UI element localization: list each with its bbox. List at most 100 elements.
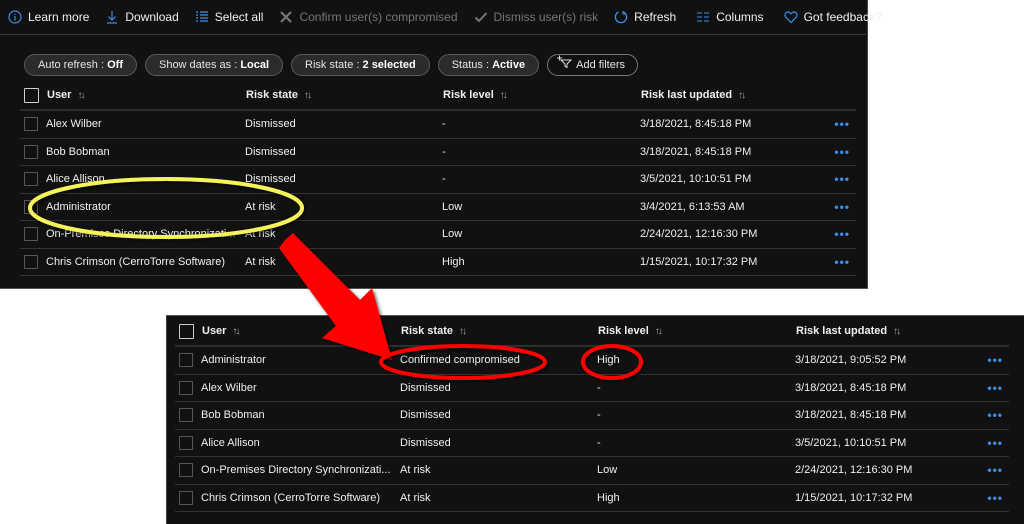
row-checkbox[interactable] (179, 408, 193, 423)
cell-risk-level: - (442, 118, 446, 131)
sort-icon: ↑↓ (654, 326, 663, 337)
check-icon (474, 10, 488, 24)
more-options-button[interactable]: ••• (987, 436, 1003, 450)
cell-risk-state: At risk (245, 255, 276, 268)
row-checkbox[interactable] (24, 199, 38, 214)
learn-more-button[interactable]: Learn more (0, 10, 97, 24)
select-all-button[interactable]: Select all (187, 10, 272, 24)
risk-state-filter[interactable]: Risk state : 2 selected (291, 54, 430, 76)
more-options-button[interactable]: ••• (834, 145, 850, 159)
table-row[interactable]: On-Premises Directory Synchronizati... At… (175, 457, 1009, 485)
select-all-checkbox[interactable] (179, 323, 194, 339)
download-label: Download (125, 10, 179, 24)
column-header-risk-state[interactable]: Risk state ↑↓ (246, 89, 443, 101)
cell-user[interactable]: Alex Wilber (46, 118, 245, 130)
show-dates-filter[interactable]: Show dates as : Local (144, 54, 284, 76)
columns-button[interactable]: Columns (688, 10, 771, 24)
column-header-user[interactable]: User ↑↓ (202, 325, 401, 337)
cell-risk-last-updated: 3/5/2021, 10:10:51 PM (795, 436, 907, 449)
row-checkbox[interactable] (179, 435, 193, 450)
add-filters-button[interactable]: Add filters (547, 54, 639, 76)
cell-user[interactable]: Administrator (46, 201, 245, 213)
columns-icon (696, 10, 710, 24)
cell-user[interactable]: On-Premises Directory Synchronizati... (46, 228, 245, 240)
cell-risk-level: - (597, 381, 601, 394)
cell-user[interactable]: Alice Allison (46, 173, 245, 185)
confirm-compromised-button[interactable]: Confirm user(s) compromised (271, 10, 465, 24)
sort-icon: ↑↓ (499, 90, 508, 101)
sort-icon: ↑↓ (77, 90, 85, 101)
select-all-icon (195, 10, 209, 24)
more-options-button[interactable]: ••• (834, 227, 850, 241)
more-options-button[interactable]: ••• (834, 172, 850, 186)
feedback-button[interactable]: Got feedback? (776, 10, 890, 24)
dismiss-risk-button[interactable]: Dismiss user(s) risk (466, 10, 607, 24)
table-row[interactable]: Chris Crimson (CerroTorre Software) At ri… (20, 249, 856, 276)
column-label: Risk state (246, 89, 298, 101)
row-checkbox[interactable] (24, 172, 38, 187)
column-label: Risk level (598, 325, 649, 337)
column-header-risk-level[interactable]: Risk level ↑↓ (598, 325, 796, 337)
download-button[interactable]: Download (97, 10, 186, 24)
column-header-risk-state[interactable]: Risk state ↑↓ (401, 325, 598, 337)
more-options-button[interactable]: ••• (834, 255, 850, 269)
sort-icon: ↑↓ (738, 90, 746, 101)
cell-user[interactable]: Chris Crimson (CerroTorre Software) (46, 256, 245, 268)
cell-user[interactable]: Alice Allison (201, 437, 400, 449)
column-header-user[interactable]: User ↑↓ (47, 89, 246, 101)
refresh-button[interactable]: Refresh (606, 10, 684, 24)
more-options-button[interactable]: ••• (987, 463, 1003, 477)
row-checkbox[interactable] (179, 490, 193, 505)
cell-user[interactable]: Chris Crimson (CerroTorre Software) (201, 492, 400, 504)
auto-refresh-filter[interactable]: Auto refresh : Off (24, 54, 137, 76)
risky-users-after-panel: User ↑↓ Risk state ↑↓ Risk level ↑↓ Risk last … (166, 315, 1024, 524)
cell-risk-level: Low (442, 200, 463, 213)
cell-risk-last-updated: 3/18/2021, 9:05:52 PM (795, 354, 907, 367)
row-checkbox[interactable] (24, 117, 38, 132)
row-checkbox[interactable] (24, 254, 38, 269)
select-all-checkbox[interactable] (24, 87, 39, 103)
table-row[interactable]: Alex Wilber Dismissed - 3/18/2021, 8:45:18 … (20, 111, 856, 139)
learn-more-label: Learn more (28, 10, 90, 24)
column-header-risk-level[interactable]: Risk level ↑↓ (443, 89, 641, 101)
cell-risk-last-updated: 3/5/2021, 10:10:51 PM (640, 173, 752, 186)
more-options-button[interactable]: ••• (987, 408, 1003, 422)
cell-risk-last-updated: 2/24/2021, 12:16:30 PM (640, 228, 758, 241)
table-row[interactable]: Alice Allison Dismissed - 3/5/2021, 10:10:5… (175, 430, 1009, 457)
row-checkbox[interactable] (179, 380, 193, 395)
table-row[interactable]: On-Premises Directory Synchronizati... At… (20, 221, 856, 249)
cell-risk-state: At risk (400, 464, 431, 477)
column-header-risk-last-updated[interactable]: Risk last updated ↑↓ (796, 325, 986, 337)
filter-key: Auto refresh : (38, 59, 108, 71)
more-options-button[interactable]: ••• (834, 117, 850, 131)
cell-user[interactable]: Administrator (201, 354, 400, 366)
row-checkbox[interactable] (179, 353, 193, 368)
table-row[interactable]: Administrator At risk Low 3/4/2021, 6:13:53… (20, 194, 856, 221)
cell-risk-last-updated: 2/24/2021, 12:16:30 PM (795, 464, 913, 477)
more-options-button[interactable]: ••• (987, 491, 1003, 505)
row-checkbox[interactable] (179, 463, 193, 478)
cell-risk-state: At risk (245, 200, 276, 213)
table-row[interactable]: Chris Crimson (CerroTorre Software) At ri… (175, 485, 1009, 512)
cell-user[interactable]: Bob Bobman (46, 146, 245, 158)
more-options-button[interactable]: ••• (834, 200, 850, 214)
column-header-risk-last-updated[interactable]: Risk last updated ↑↓ (641, 89, 831, 101)
table-row[interactable]: Bob Bobman Dismissed - 3/18/2021, 8:45:18 P… (20, 139, 856, 166)
status-filter[interactable]: Status : Active (437, 54, 540, 76)
table-row[interactable]: Alice Allison Dismissed - 3/5/2021, 10:10:5… (20, 166, 856, 194)
more-options-button[interactable]: ••• (987, 381, 1003, 395)
more-options-button[interactable]: ••• (987, 353, 1003, 367)
feedback-label: Got feedback? (803, 10, 882, 24)
filter-value: Active (492, 59, 526, 71)
column-label: Risk last updated (796, 325, 888, 337)
row-checkbox[interactable] (24, 227, 38, 242)
risky-users-before-panel: Learn more Download Select all Confirm u… (0, 0, 882, 289)
cell-user[interactable]: Bob Bobman (201, 409, 400, 421)
row-checkbox[interactable] (24, 144, 38, 159)
cell-risk-level: High (597, 354, 620, 367)
cell-user[interactable]: Alex Wilber (201, 382, 400, 394)
cell-user[interactable]: On-Premises Directory Synchronizati... (201, 464, 400, 476)
table-row[interactable]: Administrator Confirmed compromised High 3/… (175, 347, 1009, 375)
table-row[interactable]: Bob Bobman Dismissed - 3/18/2021, 8:45:18 P… (175, 402, 1009, 430)
table-row[interactable]: Alex Wilber Dismissed - 3/18/2021, 8:45:18 … (175, 375, 1009, 402)
